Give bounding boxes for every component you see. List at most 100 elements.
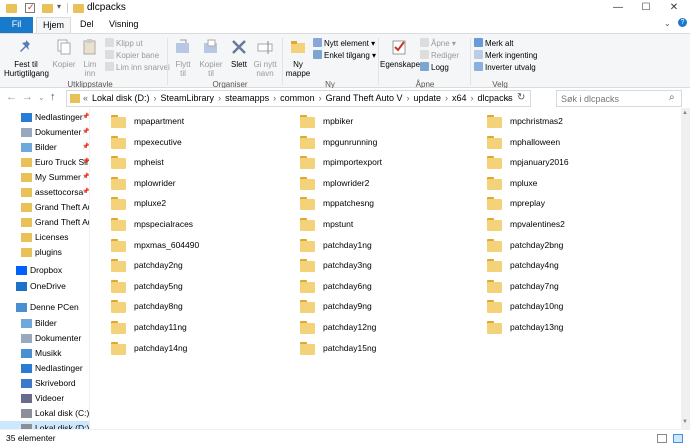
nav-item[interactable]: Bilder 📌: [0, 140, 89, 155]
tab-visning[interactable]: Visning: [103, 17, 144, 33]
help-icon[interactable]: ?: [678, 18, 687, 27]
nav-item[interactable]: OneDrive: [0, 279, 89, 294]
up-icon[interactable]: ↑: [50, 91, 56, 103]
nav-item[interactable]: plugins: [0, 245, 89, 260]
breadcrumb-item[interactable]: update: [414, 93, 442, 103]
scroll-down-icon[interactable]: ▼: [682, 419, 688, 425]
invert-selection-button[interactable]: Inverter utvalg: [474, 62, 536, 73]
folder-item[interactable]: patchday3ng: [300, 256, 480, 276]
recent-locations-icon[interactable]: ⌄: [38, 93, 45, 102]
pin-icon[interactable]: 📌: [82, 170, 89, 185]
paste-button[interactable]: Lim inn: [78, 38, 102, 78]
new-folder-quick-icon[interactable]: [42, 4, 53, 13]
copy-button[interactable]: Kopier: [50, 38, 78, 69]
folder-item[interactable]: patchday2ng: [111, 256, 291, 276]
breadcrumb-separator-icon[interactable]: ›: [471, 93, 474, 103]
folder-item[interactable]: patchday11ng: [111, 318, 291, 338]
new-item-button[interactable]: Nytt element ▾: [313, 38, 375, 49]
scroll-up-icon[interactable]: ▲: [682, 110, 688, 116]
nav-item[interactable]: Lokal disk (C:): [0, 406, 89, 421]
vertical-scrollbar[interactable]: ▲ ▼: [681, 108, 690, 429]
breadcrumb-overflow-icon[interactable]: «: [83, 93, 88, 103]
nav-item[interactable]: Dropbox: [0, 263, 89, 278]
delete-button[interactable]: Slett: [228, 38, 250, 69]
nav-item[interactable]: Skrivebord: [0, 376, 89, 391]
address-dropdown-icon[interactable]: ⌄: [505, 93, 512, 102]
copy-path-button[interactable]: Kopier bane: [105, 50, 159, 61]
forward-icon[interactable]: →: [22, 91, 33, 103]
large-icons-view-icon[interactable]: [673, 434, 683, 443]
tab-del[interactable]: Del: [74, 17, 100, 33]
nav-item[interactable]: Dokumenter 📌: [0, 125, 89, 140]
folder-item[interactable]: mpluxe2: [111, 194, 291, 214]
back-icon[interactable]: ←: [6, 91, 17, 103]
folder-item[interactable]: patchday13ng: [487, 318, 667, 338]
nav-item[interactable]: Nedlastinger 📌: [0, 110, 89, 125]
nav-item[interactable]: Licenses: [0, 230, 89, 245]
open-button[interactable]: Åpne ▾: [420, 38, 456, 49]
pin-icon[interactable]: 📌: [82, 110, 89, 125]
folder-item[interactable]: mpluxe: [487, 174, 667, 194]
pin-icon[interactable]: 📌: [82, 185, 89, 200]
breadcrumb-separator-icon[interactable]: ›: [273, 93, 276, 103]
breadcrumb-item[interactable]: x64: [452, 93, 467, 103]
rename-button[interactable]: Gi nytt navn: [252, 38, 278, 78]
pin-quick-access-button[interactable]: Fest til Hurtigtilgang: [4, 38, 49, 78]
folder-item[interactable]: mppatchesng: [300, 194, 480, 214]
folder-item[interactable]: mpbiker: [300, 112, 480, 132]
nav-item[interactable]: My Summer 📌: [0, 170, 89, 185]
breadcrumb-item[interactable]: common: [280, 93, 315, 103]
folder-item[interactable]: patchday5ng: [111, 277, 291, 297]
select-none-button[interactable]: Merk ingenting: [474, 50, 537, 61]
folder-item[interactable]: mphalloween: [487, 133, 667, 153]
cut-button[interactable]: Klipp ut: [105, 38, 143, 49]
nav-item[interactable]: Videoer: [0, 391, 89, 406]
copy-to-button[interactable]: Kopier til: [198, 38, 224, 78]
breadcrumb-separator-icon[interactable]: ›: [218, 93, 221, 103]
nav-item[interactable]: Dokumenter: [0, 331, 89, 346]
tab-hjem[interactable]: Hjem: [36, 17, 72, 33]
folder-item[interactable]: patchday9ng: [300, 297, 480, 317]
nav-item[interactable]: Lokal disk (D:): [0, 421, 89, 429]
folder-item[interactable]: patchday1ng: [300, 236, 480, 256]
folder-item[interactable]: patchday2bng: [487, 236, 667, 256]
nav-item[interactable]: Grand Theft Aut: [0, 200, 89, 215]
folder-item[interactable]: patchday4ng: [487, 256, 667, 276]
breadcrumb-separator-icon[interactable]: ›: [319, 93, 322, 103]
folder-item[interactable]: mpapartment: [111, 112, 291, 132]
search-input[interactable]: Søk i dlcpacks ⌕: [556, 90, 682, 107]
folder-item[interactable]: patchday7ng: [487, 277, 667, 297]
refresh-icon[interactable]: ↻: [517, 92, 525, 103]
details-view-icon[interactable]: [657, 434, 667, 443]
folder-item[interactable]: mpheist: [111, 153, 291, 173]
move-to-button[interactable]: Flytt til: [170, 38, 196, 78]
breadcrumb-separator-icon[interactable]: ›: [445, 93, 448, 103]
properties-button[interactable]: Egenskaper: [380, 38, 423, 69]
folder-item[interactable]: mpgunrunning: [300, 133, 480, 153]
nav-item[interactable]: Euro Truck Sin 📌: [0, 155, 89, 170]
edit-button[interactable]: Rediger: [420, 50, 459, 61]
new-folder-button[interactable]: Ny mappe: [284, 38, 312, 78]
breadcrumb-separator-icon[interactable]: ›: [154, 93, 157, 103]
pin-icon[interactable]: 📌: [82, 140, 89, 155]
breadcrumb-item[interactable]: steamapps: [225, 93, 269, 103]
folder-item[interactable]: mpexecutive: [111, 133, 291, 153]
folder-item[interactable]: mpjanuary2016: [487, 153, 667, 173]
nav-item[interactable]: Denne PCen: [0, 300, 89, 315]
maximize-button[interactable]: ☐: [632, 0, 660, 16]
folder-item[interactable]: patchday14ng: [111, 339, 291, 359]
nav-item[interactable]: Nedlastinger: [0, 361, 89, 376]
folder-item[interactable]: patchday15ng: [300, 339, 480, 359]
folder-item[interactable]: patchday10ng: [487, 297, 667, 317]
paste-shortcut-button[interactable]: Lim inn snarvei: [105, 62, 170, 73]
breadcrumb-separator-icon[interactable]: ›: [407, 93, 410, 103]
nav-item[interactable]: Musikk: [0, 346, 89, 361]
pin-icon[interactable]: 📌: [82, 155, 89, 170]
breadcrumb-item[interactable]: SteamLibrary: [161, 93, 215, 103]
nav-item[interactable]: Bilder: [0, 316, 89, 331]
breadcrumb-item[interactable]: Lokal disk (D:): [92, 93, 150, 103]
close-button[interactable]: ✕: [660, 0, 688, 16]
history-button[interactable]: Logg: [420, 62, 449, 73]
select-all-button[interactable]: Merk alt: [474, 38, 513, 49]
folder-item[interactable]: mpspecialraces: [111, 215, 291, 235]
